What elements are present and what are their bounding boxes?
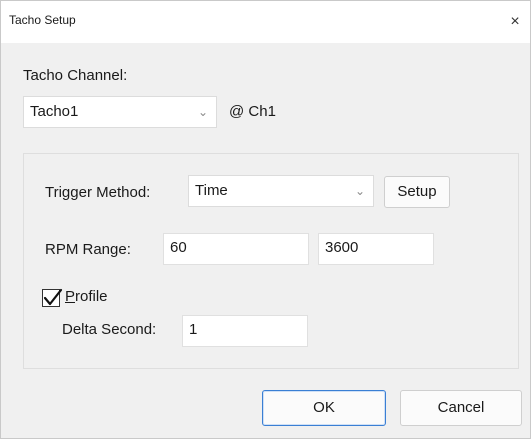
trigger-method-label: Trigger Method: bbox=[45, 184, 151, 201]
checkmark-icon bbox=[43, 288, 63, 306]
profile-label[interactable]: Profile bbox=[65, 288, 108, 305]
cancel-button[interactable]: Cancel bbox=[400, 390, 522, 426]
tacho-channel-select[interactable]: Tacho1 ⌄ bbox=[23, 96, 217, 128]
chevron-down-icon: ⌄ bbox=[354, 184, 365, 198]
tacho-channel-suffix: @ Ch1 bbox=[229, 103, 276, 120]
delta-second-input[interactable]: 1 bbox=[182, 315, 308, 347]
ok-button[interactable]: OK bbox=[262, 390, 386, 426]
window-title: Tacho Setup bbox=[9, 13, 76, 27]
trigger-setup-button[interactable]: Setup bbox=[384, 176, 450, 208]
tacho-channel-label: Tacho Channel: bbox=[23, 67, 128, 84]
close-icon[interactable]: × bbox=[502, 9, 528, 35]
tacho-setup-dialog: Tacho Setup × Tacho Channel: Tacho1 ⌄ @ … bbox=[0, 0, 531, 439]
rpm-min-input[interactable]: 60 bbox=[163, 233, 309, 265]
trigger-method-value: Time bbox=[195, 182, 228, 199]
title-bar: Tacho Setup × bbox=[1, 1, 530, 43]
tacho-channel-value: Tacho1 bbox=[30, 103, 79, 120]
delta-second-label: Delta Second: bbox=[62, 321, 157, 338]
chevron-down-icon: ⌄ bbox=[197, 105, 208, 119]
rpm-range-label: RPM Range: bbox=[45, 241, 131, 258]
profile-checkbox[interactable] bbox=[42, 288, 63, 307]
trigger-method-select[interactable]: Time ⌄ bbox=[188, 175, 374, 207]
rpm-max-input[interactable]: 3600 bbox=[318, 233, 434, 265]
